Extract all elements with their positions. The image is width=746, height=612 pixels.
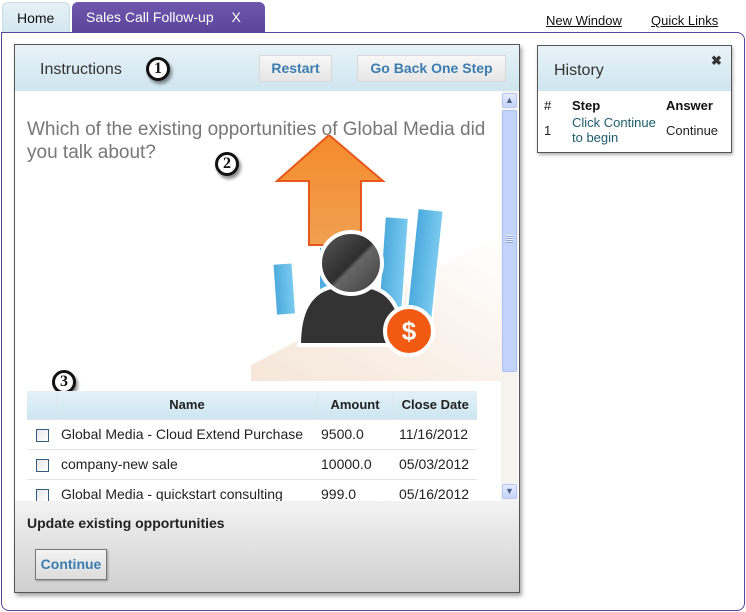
scroll-down-arrow-icon[interactable]: ▼ (502, 484, 517, 499)
table-row[interactable]: Global Media - Cloud Extend Purchase 950… (27, 418, 477, 449)
instructions-header: Instructions 1 Restart Go Back One Step (15, 45, 519, 91)
opportunity-close-date: 11/16/2012 (393, 418, 477, 449)
sales-growth-person-icon: $ (251, 135, 501, 381)
row-checkbox[interactable] (35, 458, 49, 472)
history-row: 1 Click Continue to begin Continue (544, 115, 718, 145)
history-step-link[interactable]: Click Continue to begin (572, 115, 666, 145)
history-header: History ✖ (538, 46, 731, 91)
row-checkbox[interactable] (35, 428, 49, 442)
history-title: History (554, 62, 604, 79)
history-panel: History ✖ # Step Answer 1 Click Continue… (537, 45, 732, 153)
scrollbar-thumb[interactable] (502, 110, 517, 372)
step-badge-2: 2 (215, 152, 239, 176)
quick-links-link[interactable]: Quick Links (651, 13, 718, 28)
scrollbar-grip-icon (506, 235, 513, 243)
table-row[interactable]: Global Media - quickstart consulting 999… (27, 478, 477, 501)
tab-home-label: Home (17, 10, 55, 26)
instructions-title: Instructions (40, 61, 122, 78)
history-num-header: # (544, 97, 552, 113)
tab-active-label: Sales Call Follow-up (86, 9, 214, 25)
amount-column-header[interactable]: Amount (316, 391, 393, 419)
dollar-sign: $ (402, 316, 417, 346)
history-step-number: 1 (544, 122, 552, 138)
row-checkbox[interactable] (35, 489, 49, 501)
instructions-content: Which of the existing opportunities of G… (15, 91, 519, 501)
new-window-link[interactable]: New Window (546, 13, 622, 28)
history-step-header: Step (572, 97, 601, 113)
step-badge-1: 1 (146, 57, 170, 81)
opportunity-amount: 999.0 (317, 478, 393, 501)
opportunity-amount: 10000.0 (317, 448, 393, 479)
opportunity-name: company-new sale (57, 448, 317, 479)
opportunity-close-date: 05/03/2012 (393, 448, 477, 479)
scroll-up-arrow-icon[interactable]: ▲ (502, 93, 517, 108)
continue-button[interactable]: Continue (35, 549, 107, 580)
close-tab-icon[interactable]: X (232, 9, 241, 25)
history-answer: Continue (666, 122, 719, 138)
opportunities-table: Name Amount Close Date Global Media - Cl… (27, 391, 477, 501)
instructions-panel: Instructions 1 Restart Go Back One Step … (14, 44, 520, 593)
person-head (318, 230, 384, 296)
select-column-header (27, 391, 57, 419)
update-opportunities-label: Update existing opportunities (27, 515, 225, 531)
history-answer-header: Answer (666, 97, 713, 113)
close-date-column-header[interactable]: Close Date (392, 391, 477, 419)
table-row[interactable]: company-new sale 10000.0 05/03/2012 (27, 448, 477, 479)
restart-button[interactable]: Restart (259, 55, 332, 82)
history-header-row: # Step Answer (544, 95, 718, 115)
opportunity-name: Global Media - Cloud Extend Purchase (57, 418, 317, 449)
opportunity-close-date: 05/16/2012 (393, 478, 477, 501)
tab-sales-call-follow-up[interactable]: Sales Call Follow-up X (72, 2, 265, 33)
name-column-header[interactable]: Name (56, 391, 317, 419)
close-history-icon[interactable]: ✖ (711, 53, 722, 69)
content-scrollbar[interactable]: ▲ ▼ (501, 91, 518, 501)
opportunity-amount: 9500.0 (317, 418, 393, 449)
instructions-footer: Update existing opportunities Continue (15, 501, 519, 592)
growth-arrow (274, 135, 386, 246)
tab-home[interactable]: Home (2, 2, 70, 33)
table-header-row: Name Amount Close Date (27, 391, 477, 419)
history-table: # Step Answer 1 Click Continue to begin … (544, 95, 718, 146)
chart-bar-1 (271, 261, 298, 317)
opportunity-name: Global Media - quickstart consulting (57, 478, 317, 501)
go-back-one-step-button[interactable]: Go Back One Step (357, 55, 506, 82)
